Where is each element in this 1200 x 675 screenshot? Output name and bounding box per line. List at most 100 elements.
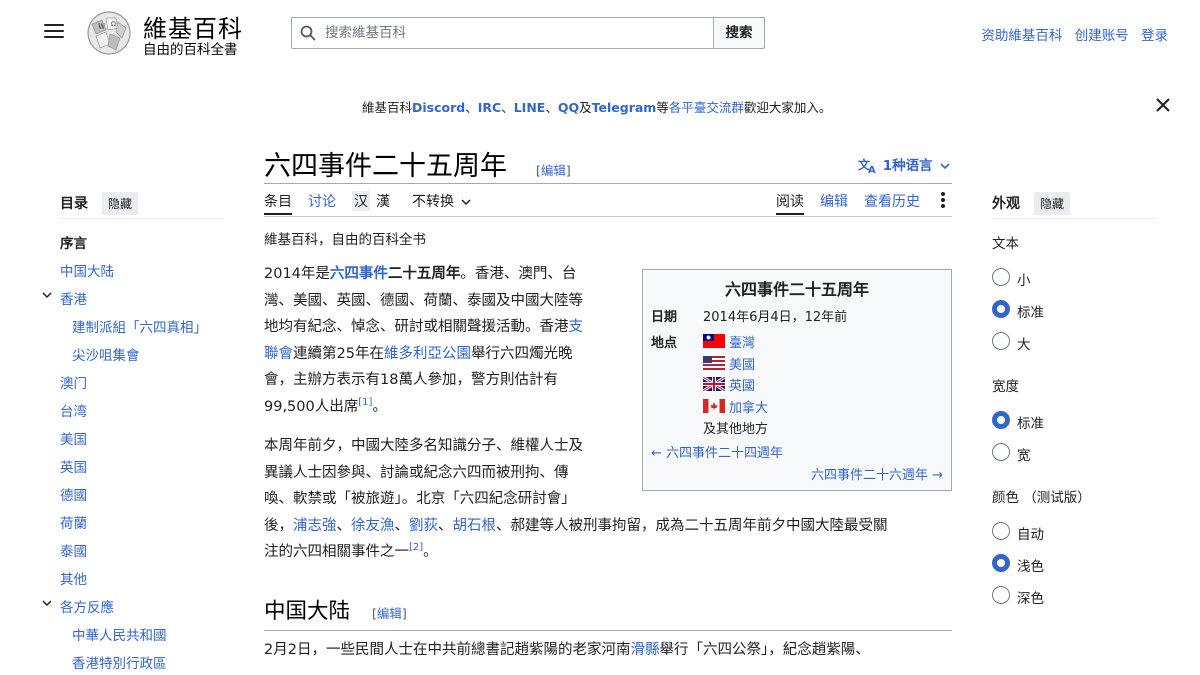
radio-text-small[interactable] (992, 268, 1010, 286)
link-pu-zhiqiang[interactable]: 浦志強 (293, 518, 337, 534)
language-button[interactable]: 文 A 1种语言 (858, 154, 950, 176)
toc-item-tst-rally[interactable]: 尖沙咀集會 (72, 344, 140, 364)
chevron-down-icon[interactable] (42, 598, 52, 608)
place-link-canada[interactable]: 加拿大 (729, 397, 768, 416)
link-hk-alliance-2[interactable]: 聯會 (264, 346, 293, 362)
tab-history[interactable]: 查看历史 (864, 191, 920, 211)
link-liu-di[interactable]: 劉荻 (409, 518, 438, 534)
radio-width-standard[interactable] (992, 411, 1010, 429)
link-xu-youyu[interactable]: 徐友漁 (351, 518, 395, 534)
more-actions-icon[interactable] (941, 192, 945, 208)
search-button[interactable]: 搜索 (713, 17, 765, 49)
ref-1[interactable]: [1] (358, 397, 372, 408)
infobox-place-label: 地点 (651, 336, 678, 351)
close-icon[interactable] (1154, 96, 1172, 114)
toc-item-taiwan[interactable]: 台湾 (60, 400, 87, 420)
infobox-next-link[interactable]: 六四事件二十六週年 → (811, 464, 943, 483)
translate-icon: 文 A (858, 157, 876, 176)
radio-text-large[interactable] (992, 332, 1010, 350)
donate-link[interactable]: 资助維基百科 (981, 28, 1062, 44)
link-hk-alliance-1[interactable]: 支 (569, 319, 584, 335)
toc-item-uk[interactable]: 英国 (60, 456, 87, 476)
tab-article[interactable]: 条目 (264, 191, 292, 215)
tab-edit[interactable]: 编辑 (820, 191, 848, 211)
toc-item-thailand[interactable]: 泰國 (60, 540, 87, 560)
notice-link-groups[interactable]: 各平臺交流群 (669, 100, 744, 115)
tab-talk[interactable]: 讨论 (308, 191, 336, 211)
radio-text-standard-label[interactable]: 标准 (1017, 301, 1044, 321)
section-edit: [编辑] (372, 606, 407, 621)
text-size-label: 文本 (992, 236, 1019, 252)
radio-text-small-label[interactable]: 小 (1017, 269, 1031, 289)
radio-width-standard-label[interactable]: 标准 (1017, 412, 1044, 432)
toc-hide-button[interactable]: 隐藏 (102, 192, 139, 215)
create-account-link[interactable]: 创建账号 (1075, 28, 1129, 44)
link-june-fourth[interactable]: 六四事件 (330, 266, 388, 282)
toc-item-macau[interactable]: 澳门 (60, 372, 87, 392)
title-edit-link[interactable]: 编辑 (541, 163, 566, 178)
uk-flag-icon (703, 377, 725, 391)
tab-variant-traditional[interactable]: 漢 (376, 191, 390, 211)
notice-link-discord[interactable]: Discord (412, 100, 465, 115)
infobox-other-places: 及其他地方 (703, 422, 769, 437)
toc-item-usa[interactable]: 美国 (60, 428, 87, 448)
paragraph-mainland: 2月2日，一些民間人士在中共前總書記趙紫陽的老家河南滑縣舉行「六四公祭」，紀念趙… (264, 642, 870, 658)
paragraph-intro: 2014年是六四事件二十五周年。香港、澳門、台 灣、美國、英國、德國、荷蘭、泰國… (264, 266, 584, 415)
svg-text:W: W (98, 23, 106, 31)
search-box[interactable] (291, 17, 715, 49)
canada-flag-icon (703, 399, 725, 413)
variant-dropdown[interactable]: 不转换 (412, 191, 471, 211)
toc-item-intro[interactable]: 序言 (60, 232, 87, 252)
section-edit-link[interactable]: 编辑 (377, 606, 402, 621)
toc-item-mainland[interactable]: 中国大陆 (60, 260, 114, 280)
radio-text-standard[interactable] (992, 300, 1010, 318)
radio-width-wide-label[interactable]: 宽 (1017, 444, 1031, 464)
toc-item-reactions[interactable]: 各方反應 (60, 596, 114, 616)
width-label: 宽度 (992, 379, 1019, 395)
page-title: 六四事件二十五周年 (264, 151, 507, 182)
toc-divider (60, 218, 224, 219)
appearance-hide-button[interactable]: 隐藏 (1034, 192, 1071, 215)
infobox-prev-link[interactable]: ← 六四事件二十四週年 (651, 442, 783, 461)
notice-link-line[interactable]: LINE (514, 100, 546, 115)
toc-item-germany[interactable]: 德國 (60, 484, 87, 504)
toc-item-truth-group[interactable]: 建制派組「六四真相」 (72, 316, 207, 336)
notice-link-telegram[interactable]: Telegram (592, 100, 657, 115)
title-edit: [编辑] (536, 163, 571, 178)
ref-2[interactable]: [2] (409, 542, 423, 553)
site-tagline: 維基百科，自由的百科全书 (264, 232, 426, 248)
link-victoria-park[interactable]: 維多利亞公園 (384, 346, 471, 362)
toc-item-netherlands[interactable]: 荷蘭 (60, 512, 87, 532)
toc-item-other[interactable]: 其他 (60, 568, 87, 588)
search-input[interactable] (325, 18, 705, 48)
link-hu-shigen[interactable]: 胡石根 (453, 518, 497, 534)
place-link-usa[interactable]: 美國 (729, 354, 755, 373)
radio-color-dark-label[interactable]: 深色 (1017, 587, 1044, 607)
login-link[interactable]: 登录 (1141, 28, 1168, 44)
tab-read[interactable]: 阅读 (776, 191, 804, 215)
chevron-down-icon[interactable] (42, 290, 52, 300)
place-link-uk[interactable]: 英國 (729, 375, 755, 394)
appearance-title: 外观 (992, 196, 1020, 212)
radio-color-auto[interactable] (992, 522, 1010, 540)
place-link-taiwan[interactable]: 臺灣 (729, 332, 755, 351)
main-menu-button[interactable] (44, 24, 64, 40)
radio-width-wide[interactable] (992, 443, 1010, 461)
radio-text-large-label[interactable]: 大 (1017, 333, 1031, 353)
tab-variant-simplified[interactable]: 汉 (352, 191, 370, 211)
notice-link-irc[interactable]: IRC (478, 100, 501, 115)
toc-item-hksar[interactable]: 香港特別行政區 (72, 652, 167, 672)
radio-color-light-label[interactable]: 浅色 (1017, 555, 1044, 575)
user-links: 资助維基百科 创建账号 登录 (973, 24, 1168, 44)
section-divider (264, 630, 952, 631)
wikipedia-globe-icon[interactable]: W Ω (84, 10, 134, 56)
toc-item-prc[interactable]: 中華人民共和國 (72, 624, 167, 644)
radio-color-auto-label[interactable]: 自动 (1017, 523, 1044, 543)
radio-color-light[interactable] (992, 554, 1010, 572)
link-hua-county[interactable]: 滑縣 (630, 642, 659, 658)
toc-item-hongkong[interactable]: 香港 (60, 288, 87, 308)
notice-link-qq[interactable]: QQ (558, 100, 579, 115)
radio-color-dark[interactable] (992, 586, 1010, 604)
site-notice: 維基百科Discord、IRC、LINE、QQ及Telegram等各平臺交流群歡… (362, 100, 832, 115)
infobox-date-value: 2014年6月4日，12年前 (703, 310, 848, 325)
